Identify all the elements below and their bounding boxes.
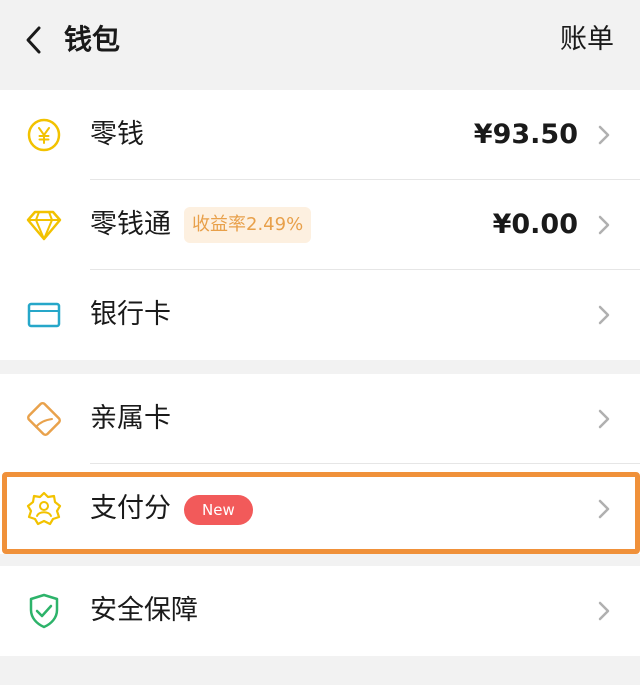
bill-button[interactable]: 账单 [560,22,614,58]
chevron-right-icon [598,499,610,519]
wallet-group-3: 安全保障 [0,566,640,656]
family-card-label: 亲属卡 [90,403,171,434]
back-arrow-icon [26,26,41,54]
new-badge: New [184,495,253,525]
chevron-right-icon [598,215,610,235]
chevron-right-icon [598,125,610,145]
security-label: 安全保障 [90,595,198,626]
top-bar: 钱包 账单 [0,0,640,88]
family-card-icon [26,401,62,437]
bank-card-label: 银行卡 [90,299,171,330]
security-row[interactable]: 安全保障 [0,566,640,656]
shield-check-icon [26,593,62,629]
bank-card-row[interactable]: 银行卡 [0,270,640,360]
back-button[interactable] [18,24,50,56]
change-pass-amount: ¥0.00 [492,209,578,240]
page-title: 钱包 [64,23,121,56]
change-amount: ¥93.50 [473,119,578,150]
wallet-group-1: 零钱 ¥93.50 零钱通 收益率2.49% ¥0.00 银行卡 [0,90,640,360]
diamond-icon [26,207,62,243]
family-card-row[interactable]: 亲属卡 [0,374,640,464]
change-pass-row[interactable]: 零钱通 收益率2.49% ¥0.00 [0,180,640,270]
yen-coin-icon [26,117,62,153]
chevron-right-icon [598,305,610,325]
chevron-right-icon [598,409,610,429]
change-label: 零钱 [90,119,144,150]
pay-score-label: 支付分 [90,493,171,524]
change-row[interactable]: 零钱 ¥93.50 [0,90,640,180]
change-pass-label: 零钱通 [90,209,171,240]
bank-card-icon [26,297,62,333]
chevron-right-icon [598,601,610,621]
pay-score-row[interactable]: 支付分 New [0,464,640,554]
wallet-group-2: 亲属卡 支付分 New [0,374,640,554]
pay-score-badge-icon [26,491,62,527]
yield-rate-badge: 收益率2.49% [184,207,312,243]
